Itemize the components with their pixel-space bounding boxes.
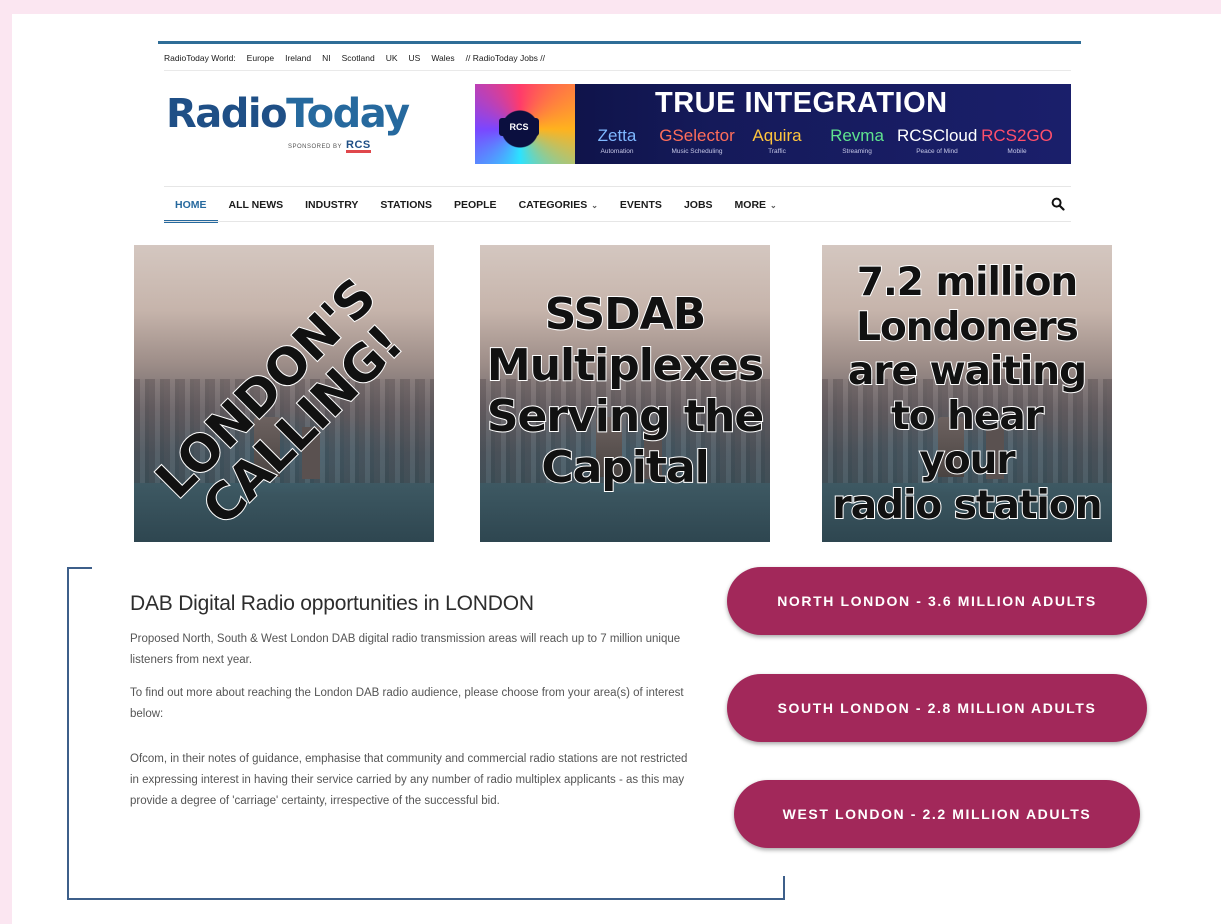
banner-products: Zetta Automation GSelector Music Schedul… [577,126,1057,155]
world-nav-ni[interactable]: NI [322,53,331,63]
world-nav-scotland[interactable]: Scotland [342,53,375,63]
section-frame [67,567,69,900]
world-nav-uk[interactable]: UK [386,53,398,63]
banner-product-sub: Peace of Mind [916,148,958,155]
banner-product: Revma Streaming [817,126,897,155]
banner-product-name: Zetta [597,126,637,145]
nav-home[interactable]: HOME [164,187,218,223]
world-nav-jobs-link[interactable]: // RadioToday Jobs // [466,53,545,63]
section-heading: DAB Digital Radio opportunities in LONDO… [130,592,534,615]
site-logo[interactable]: RadioToday SPONSORED BY RCS [166,91,410,158]
ad-banner[interactable]: RCS TRUE INTEGRATION Zetta Automation GS… [475,84,1071,164]
promo-tile[interactable]: 7.2 million Londoners are waiting to hea… [822,245,1112,542]
logo-word-radio: Radio [166,91,288,137]
sponsored-by-label: SPONSORED BY [288,143,343,150]
north-london-button[interactable]: NORTH LONDON - 3.6 MILLION ADULTS [727,567,1147,635]
nav-jobs[interactable]: JOBS [673,187,724,223]
sponsor-logo: RCS [346,139,371,153]
chevron-down-icon: ⌄ [591,200,598,210]
nav-categories[interactable]: CATEGORIES ⌄ [508,187,609,223]
banner-rcs-badge: RCS [499,118,539,136]
chevron-down-icon: ⌄ [770,200,777,210]
main-nav: HOME ALL NEWS INDUSTRY STATIONS PEOPLE C… [164,187,1071,223]
search-icon[interactable] [1051,197,1065,211]
section-paragraph: Ofcom, in their notes of guidance, empha… [130,753,688,807]
promo-tile[interactable]: LONDON'S CALLING! [134,245,434,542]
banner-product: Aquira Traffic [737,126,817,155]
world-nav-us[interactable]: US [409,53,421,63]
banner-product-name: RCS2GO [981,126,1053,145]
banner-product-sub: Traffic [768,148,786,155]
south-london-button[interactable]: SOUTH LONDON - 2.8 MILLION ADULTS [727,674,1147,742]
nav-events[interactable]: EVENTS [609,187,673,223]
banner-product-sub: Streaming [842,148,872,155]
divider [164,70,1071,71]
nav-all-news[interactable]: ALL NEWS [218,187,295,223]
section-frame [67,898,785,900]
nav-label: HOME [175,199,207,211]
banner-product: Zetta Automation [577,126,657,155]
banner-product-name: Revma [830,126,884,145]
section-paragraph: To find out more about reaching the Lond… [130,687,684,720]
promo-tile-text: LONDON'S CALLING! [144,267,414,537]
nav-label: INDUSTRY [305,199,359,211]
banner-product: RCS2GO Mobile [977,126,1057,155]
banner-product: GSelector Music Scheduling [657,126,737,155]
nav-label: MORE [734,199,767,211]
world-nav-europe[interactable]: Europe [247,53,274,63]
banner-product-sub: Automation [600,148,634,155]
nav-stations[interactable]: STATIONS [369,187,443,223]
logo-wordmark: RadioToday [166,91,410,137]
banner-headline: TRUE INTEGRATION [655,87,948,119]
nav-more[interactable]: MORE ⌄ [724,187,788,223]
world-nav-label: RadioToday World: [164,53,236,63]
nav-label: EVENTS [619,199,662,211]
promo-tile-text: SSDAB Multiplexes Serving the Capital [486,288,765,494]
nav-label: STATIONS [380,199,432,211]
section-paragraph: Proposed North, South & West London DAB … [130,633,681,666]
nav-label: CATEGORIES [518,199,588,211]
banner-product-name: RCSCloud [897,126,978,145]
nav-label: JOBS [683,199,713,211]
banner-product-sub: Mobile [1007,148,1027,155]
section-frame [67,567,92,569]
nav-people[interactable]: PEOPLE [443,187,508,223]
banner-product-sub: Music Scheduling [671,148,723,155]
nav-label: PEOPLE [453,199,497,211]
top-accent-bar [158,41,1081,44]
divider [164,221,1071,222]
banner-product-name: Aquira [752,126,802,145]
section-frame [783,876,785,900]
opportunity-section: DAB Digital Radio opportunities in LONDO… [130,592,695,824]
banner-product: RCSCloud Peace of Mind [897,126,977,155]
promo-tile-text: 7.2 million Londoners are waiting to hea… [832,259,1104,528]
page: RadioToday World: Europe Ireland NI Scot… [12,14,1221,924]
world-nav: RadioToday World: Europe Ireland NI Scot… [164,50,545,66]
sponsor-line: SPONSORED BY RCS [288,140,371,153]
promo-tile[interactable]: SSDAB Multiplexes Serving the Capital [480,245,770,542]
world-nav-ireland[interactable]: Ireland [285,53,311,63]
nav-label: ALL NEWS [228,199,284,211]
world-nav-wales[interactable]: Wales [431,53,454,63]
west-london-button[interactable]: WEST LONDON - 2.2 MILLION ADULTS [734,780,1140,848]
nav-industry[interactable]: INDUSTRY [294,187,369,223]
banner-product-name: GSelector [659,126,735,145]
logo-word-today: Today [286,91,410,137]
